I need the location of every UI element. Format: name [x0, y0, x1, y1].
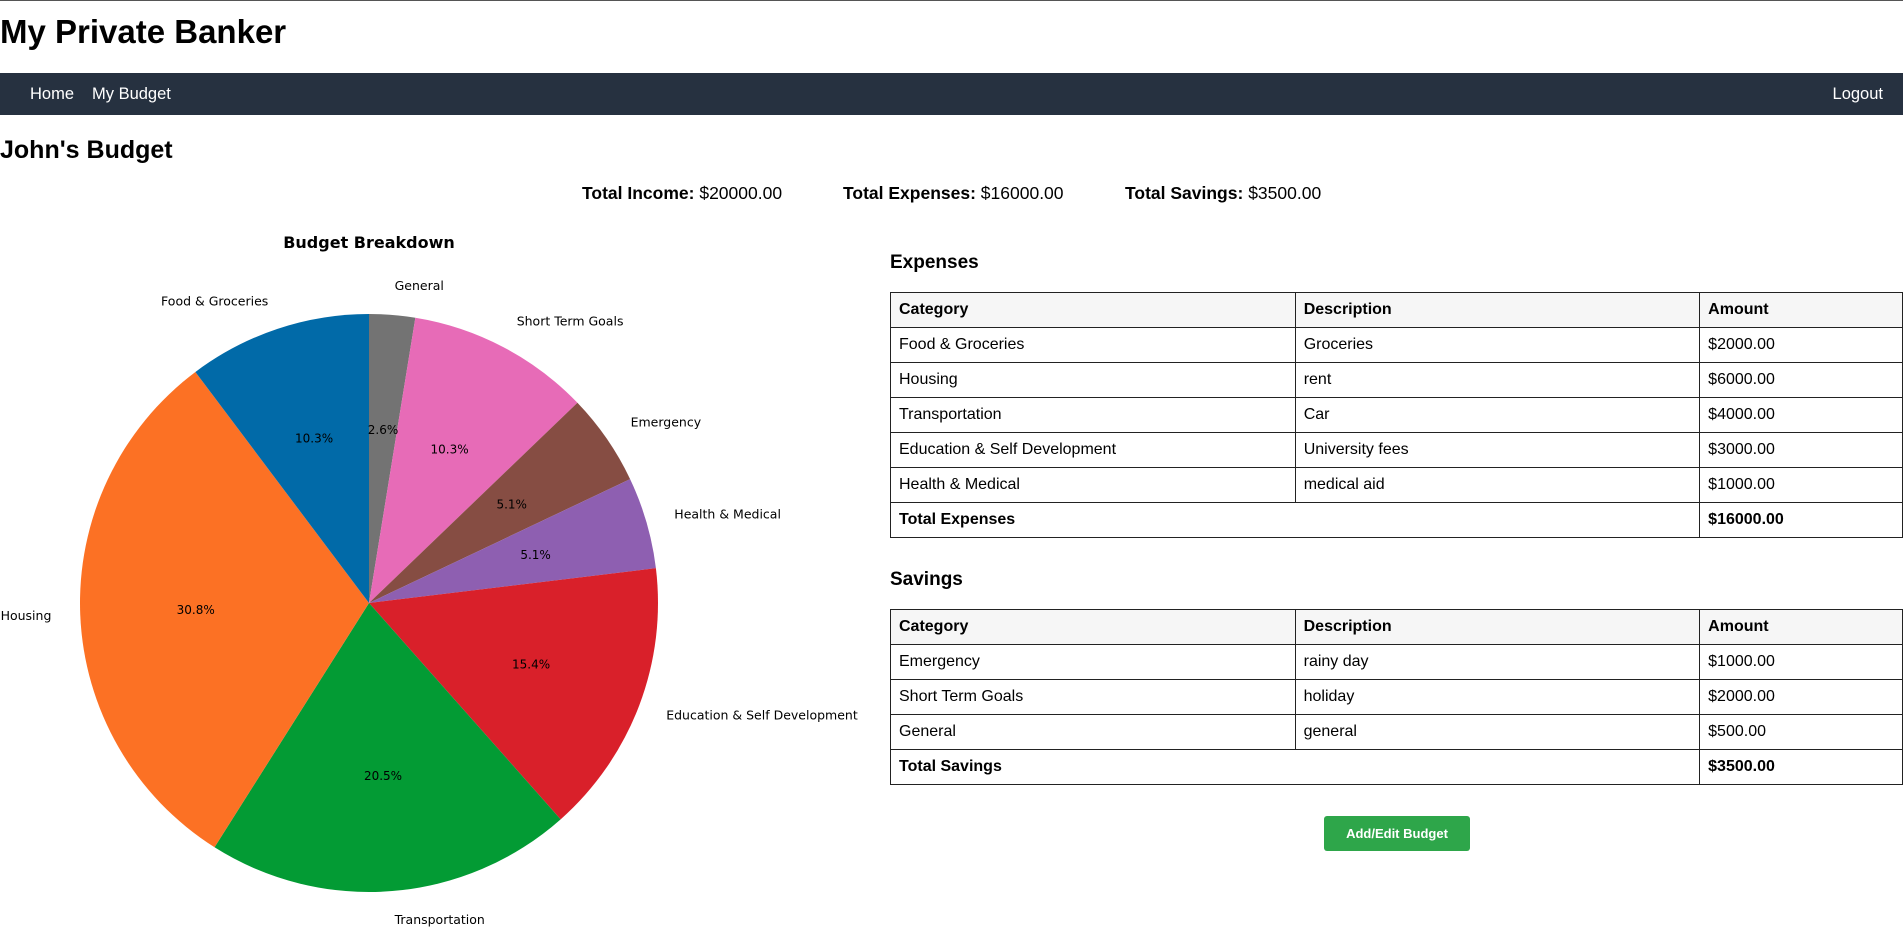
- expenses-table: Category Description Amount Food & Groce…: [889, 292, 1903, 538]
- table-row: Education & Self Development University …: [890, 432, 1903, 468]
- table-header-row: Category Description Amount: [890, 609, 1903, 645]
- total-income-label: Total Income:: [582, 183, 695, 203]
- cell-amount: $1000.00: [1699, 467, 1903, 503]
- pie-category-label: Short Term Goals: [517, 314, 624, 329]
- add-edit-budget-button[interactable]: Add/Edit Budget: [1324, 816, 1470, 851]
- pie-percent-label: 10.3%: [295, 432, 333, 446]
- cell-category: Education & Self Development: [890, 432, 1296, 468]
- pie-percent-label: 5.1%: [520, 548, 551, 562]
- total-expenses-value: $16000.00: [980, 183, 1064, 203]
- table-row: Housing rent $6000.00: [890, 362, 1903, 398]
- total-row: Total Savings $3500.00: [889, 749, 1903, 785]
- cell-description: Groceries: [1294, 327, 1701, 363]
- navbar: Home My Budget Logout: [0, 73, 1903, 115]
- cell-amount: $3000.00: [1699, 432, 1903, 468]
- table-row: Health & Medical medical aid $1000.00: [890, 467, 1903, 503]
- total-savings-label-cell: Total Savings: [889, 749, 1701, 785]
- cell-category: Health & Medical: [890, 467, 1296, 503]
- pie-percent-label: 20.5%: [364, 769, 402, 783]
- cell-amount: $2000.00: [1699, 679, 1903, 715]
- cell-amount: $4000.00: [1699, 397, 1903, 433]
- pie-category-label: Health & Medical: [674, 507, 781, 522]
- pie-category-label: Housing: [1, 608, 52, 623]
- nav-home-link[interactable]: Home: [30, 73, 74, 115]
- table-row: General general $500.00: [890, 714, 1903, 750]
- pie-category-label: General: [395, 278, 444, 293]
- total-savings-label: Total Savings:: [1125, 183, 1244, 203]
- budget-pie-chart: Budget Breakdown 2.6% General 10.3% Short T…: [0, 225, 880, 935]
- pie-percent-label: 2.6%: [368, 423, 399, 437]
- cell-category: Housing: [890, 362, 1296, 398]
- total-savings-amount-cell: $3500.00: [1699, 749, 1903, 785]
- column-header-category: Category: [890, 292, 1296, 328]
- cell-amount: $6000.00: [1699, 362, 1903, 398]
- column-header-description: Description: [1294, 609, 1701, 645]
- window-top-border: [0, 0, 1903, 1]
- table-header-row: Category Description Amount: [890, 292, 1903, 328]
- total-expenses-label-cell: Total Expenses: [889, 502, 1701, 538]
- pie-percent-label: 5.1%: [496, 498, 527, 512]
- cell-description: rainy day: [1294, 644, 1701, 680]
- pie-category-label: Food & Groceries: [161, 294, 268, 309]
- savings-section-title: Savings: [890, 569, 963, 590]
- total-expenses-label: Total Expenses:: [843, 183, 976, 203]
- summary-total-savings: Total Savings: $3500.00: [1125, 181, 1321, 205]
- cell-category: Short Term Goals: [890, 679, 1296, 715]
- cell-description: general: [1294, 714, 1701, 750]
- pie-category-label: Emergency: [631, 414, 702, 429]
- column-header-amount: Amount: [1699, 609, 1903, 645]
- pie-slices: [80, 314, 658, 892]
- app-title: My Private Banker: [0, 13, 287, 50]
- page-title: John's Budget: [0, 136, 173, 164]
- cell-description: medical aid: [1294, 467, 1701, 503]
- table-row: Short Term Goals holiday $2000.00: [890, 679, 1903, 715]
- total-expenses-amount-cell: $16000.00: [1699, 502, 1903, 538]
- pie-category-label: Transportation: [394, 912, 485, 927]
- summary-total-expenses: Total Expenses: $16000.00: [843, 181, 1064, 205]
- pie-percent-label: 10.3%: [431, 443, 469, 457]
- cell-category: Food & Groceries: [890, 327, 1296, 363]
- cell-description: rent: [1294, 362, 1701, 398]
- chart-title: Budget Breakdown: [283, 233, 455, 252]
- pie-category-label: Education & Self Development: [666, 708, 858, 723]
- nav-my-budget-link[interactable]: My Budget: [92, 73, 171, 115]
- cell-description: holiday: [1294, 679, 1701, 715]
- cell-amount: $1000.00: [1699, 644, 1903, 680]
- summary-total-income: Total Income: $20000.00: [582, 181, 782, 205]
- cell-amount: $500.00: [1699, 714, 1903, 750]
- cell-category: Transportation: [890, 397, 1296, 433]
- table-row: Food & Groceries Groceries $2000.00: [890, 327, 1903, 363]
- expenses-section-title: Expenses: [890, 252, 979, 273]
- column-header-category: Category: [890, 609, 1296, 645]
- cell-amount: $2000.00: [1699, 327, 1903, 363]
- nav-logout-link[interactable]: Logout: [1833, 73, 1883, 115]
- cell-category: General: [890, 714, 1296, 750]
- column-header-amount: Amount: [1699, 292, 1903, 328]
- savings-table: Category Description Amount Emergency ra…: [889, 609, 1903, 785]
- pie-percent-label: 30.8%: [177, 603, 215, 617]
- table-row: Transportation Car $4000.00: [890, 397, 1903, 433]
- total-income-value: $20000.00: [699, 183, 783, 203]
- total-savings-value: $3500.00: [1248, 183, 1322, 203]
- column-header-description: Description: [1294, 292, 1701, 328]
- pie-percent-label: 15.4%: [512, 658, 550, 672]
- cell-category: Emergency: [890, 644, 1296, 680]
- total-row: Total Expenses $16000.00: [889, 502, 1903, 538]
- cell-description: Car: [1294, 397, 1701, 433]
- table-row: Emergency rainy day $1000.00: [890, 644, 1903, 680]
- cell-description: University fees: [1294, 432, 1701, 468]
- pie-chart-svg: Budget Breakdown 2.6% General 10.3% Short T…: [1, 233, 858, 927]
